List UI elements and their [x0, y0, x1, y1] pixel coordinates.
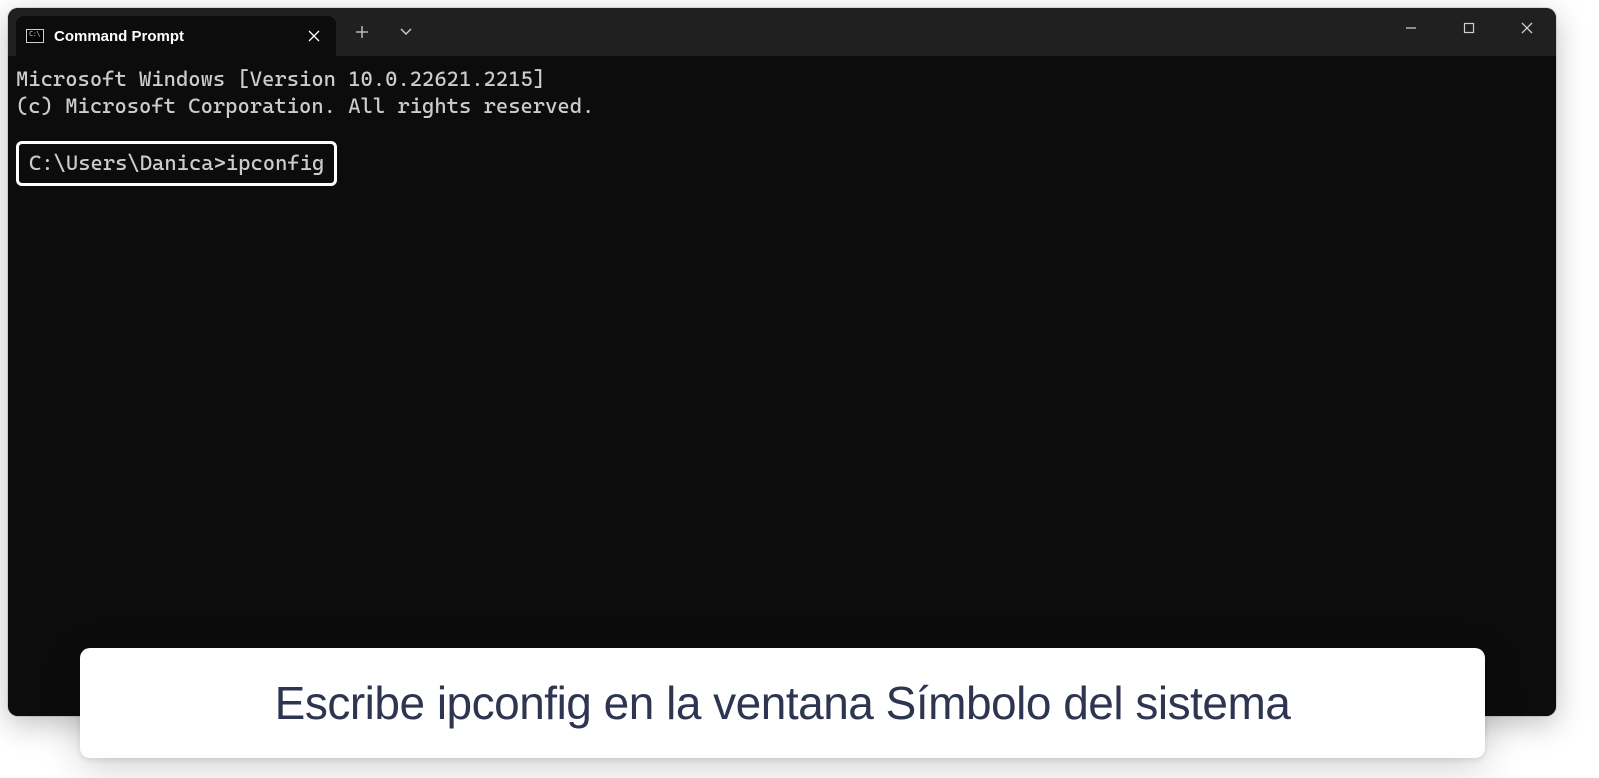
terminal-banner-line2: (c) Microsoft Corporation. All rights re… [16, 93, 1548, 120]
command-prompt-icon-label: C:\ [29, 31, 40, 38]
minimize-button[interactable] [1382, 8, 1440, 48]
maximize-button[interactable] [1440, 8, 1498, 48]
window-controls [1382, 8, 1556, 48]
tab-close-button[interactable] [304, 26, 324, 46]
caption-text: Escribe ipconfig en la ventana Símbolo d… [120, 676, 1445, 730]
close-button[interactable] [1498, 8, 1556, 48]
terminal-banner-line1: Microsoft Windows [Version 10.0.22621.22… [16, 66, 1548, 93]
highlighted-command: C:\Users\Danica>ipconfig [16, 141, 337, 186]
terminal-window: C:\ Command Prompt [8, 8, 1556, 716]
tab-dropdown-button[interactable] [388, 14, 424, 50]
instruction-caption: Escribe ipconfig en la ventana Símbolo d… [80, 648, 1485, 758]
tab-command-prompt[interactable]: C:\ Command Prompt [16, 16, 336, 56]
terminal-body[interactable]: Microsoft Windows [Version 10.0.22621.22… [8, 56, 1556, 716]
titlebar[interactable]: C:\ Command Prompt [8, 8, 1556, 56]
command-text: ipconfig [226, 151, 324, 175]
tab-actions [344, 8, 424, 56]
new-tab-button[interactable] [344, 14, 380, 50]
tab-title: Command Prompt [54, 28, 294, 45]
command-prompt-icon: C:\ [26, 29, 44, 43]
prompt-text: C:\Users\Danica> [29, 151, 226, 175]
